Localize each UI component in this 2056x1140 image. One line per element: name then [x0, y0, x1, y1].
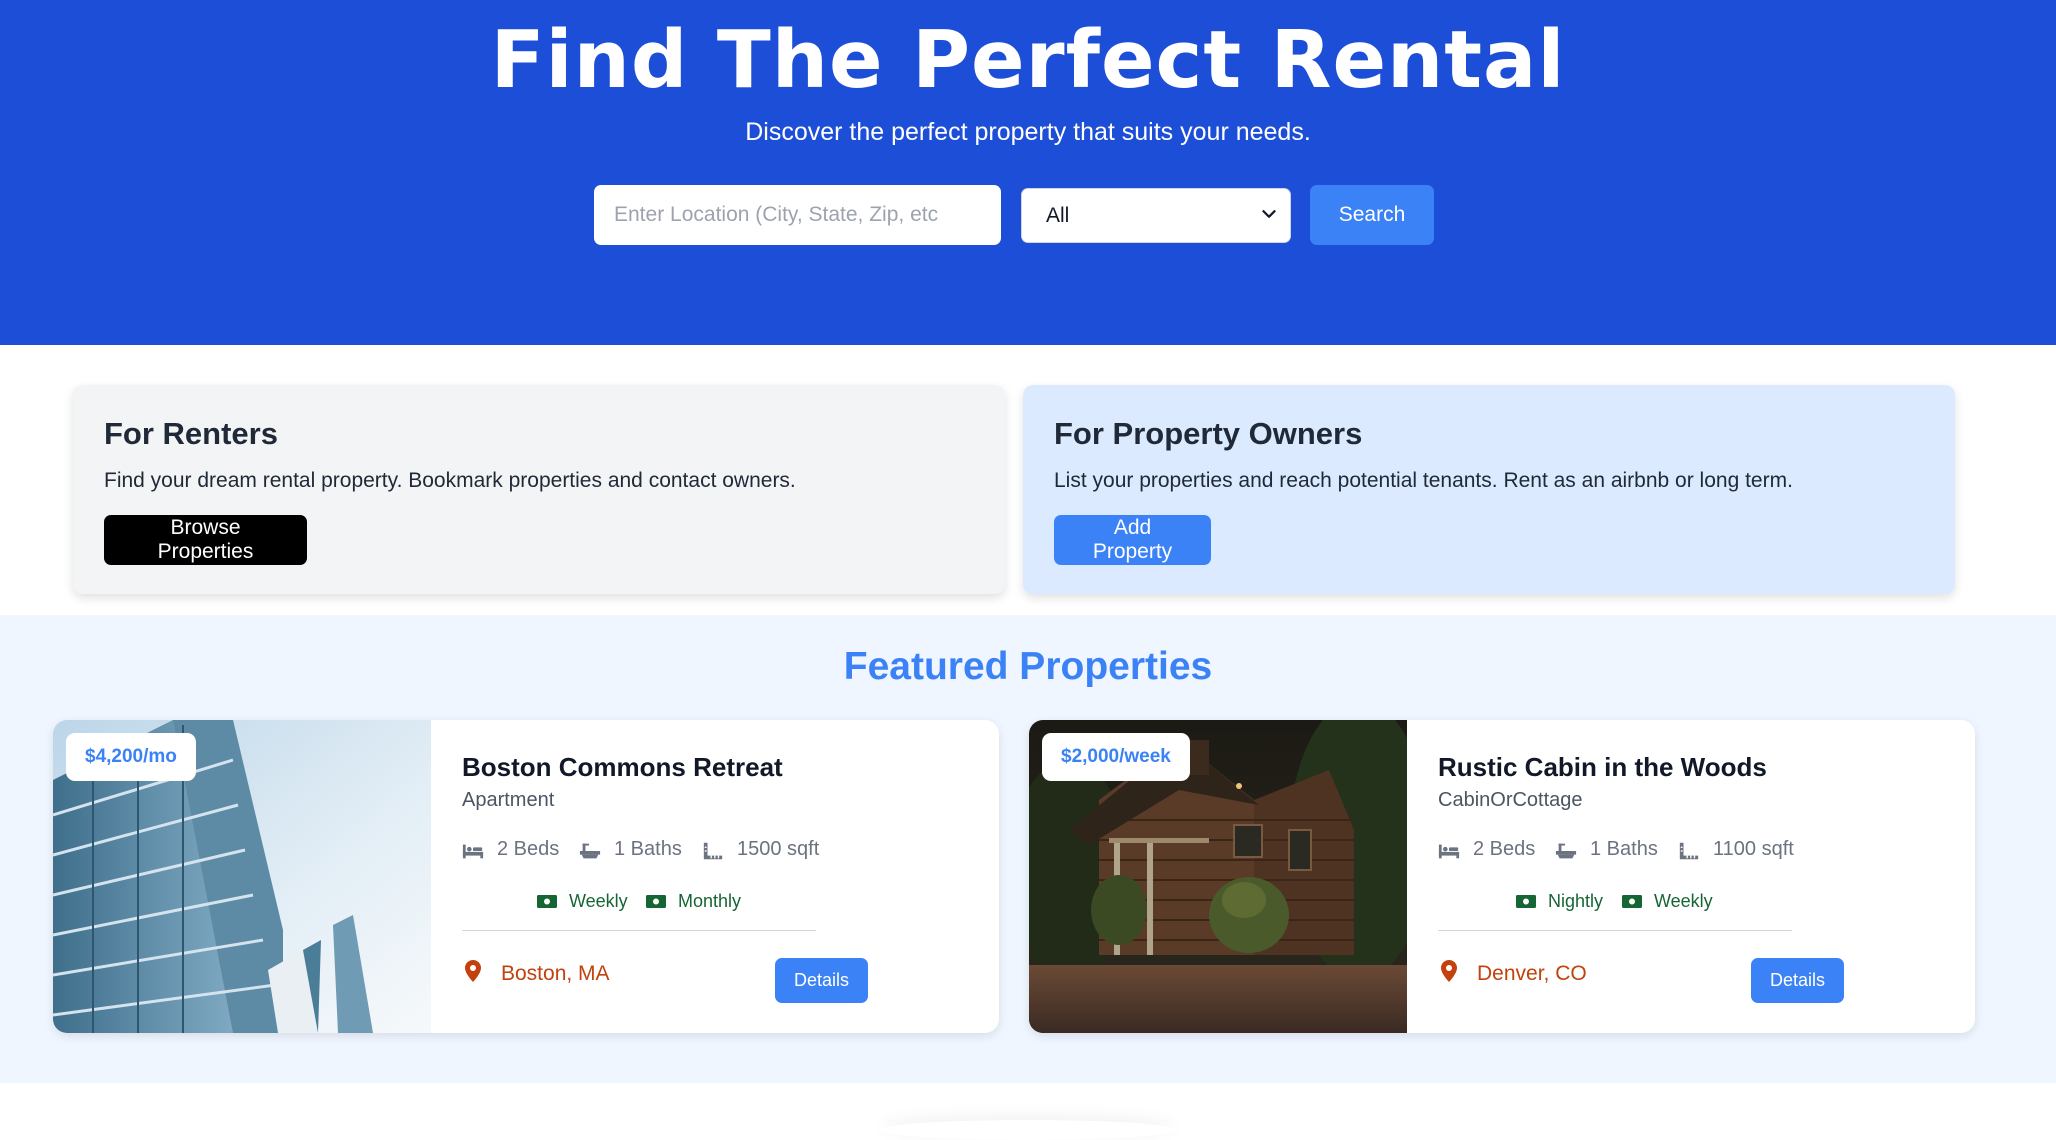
renters-card: For Renters Find your dream rental prope…	[73, 385, 1005, 594]
renters-card-title: For Renters	[104, 416, 278, 451]
bed-icon	[462, 844, 484, 859]
price-badge: $4,200/mo	[66, 733, 196, 781]
bed-icon	[1438, 844, 1460, 859]
browse-properties-button[interactable]: Browse Properties	[104, 515, 307, 565]
beds-count: 2 Beds	[497, 838, 560, 860]
search-button[interactable]: Search	[1310, 185, 1434, 245]
map-marker-icon	[1441, 960, 1457, 982]
hero-section: Find The Perfect Rental Discover the per…	[0, 0, 2056, 345]
owners-card-title: For Property Owners	[1054, 416, 1363, 451]
property-name: Rustic Cabin in the Woods	[1438, 752, 1767, 782]
bath-icon	[579, 843, 601, 859]
ruler-icon	[703, 842, 723, 860]
add-property-button[interactable]: Add Property	[1054, 515, 1211, 565]
featured-properties-section: Featured Properties $4,200/mo Boston Com…	[0, 615, 2056, 1083]
price-badge: $2,000/week	[1042, 733, 1190, 781]
card-divider	[1438, 930, 1792, 931]
money-icon	[1516, 895, 1536, 908]
featured-properties-title: Featured Properties	[843, 645, 1213, 688]
property-card: $4,200/mo Boston Commons Retreat Apartme…	[53, 720, 999, 1033]
property-name: Boston Commons Retreat	[462, 752, 783, 782]
location-text: Boston, MA	[501, 962, 610, 985]
sqft-value: 1100 sqft	[1713, 838, 1794, 860]
owners-card: For Property Owners List your properties…	[1023, 385, 1955, 594]
bottom-section-edge	[880, 1120, 1176, 1140]
renters-card-text: Find your dream rental property. Bookmar…	[104, 469, 796, 492]
money-icon	[646, 895, 666, 908]
rate-label: Weekly	[1654, 891, 1713, 911]
rate-label: Monthly	[678, 891, 742, 911]
property-type: CabinOrCottage	[1438, 789, 1583, 811]
location-search-input[interactable]	[594, 185, 1001, 245]
rate-label: Nightly	[1548, 891, 1604, 911]
money-icon	[537, 895, 557, 908]
hero-title: Find The Perfect Rental	[490, 14, 1566, 106]
beds-count: 2 Beds	[1473, 838, 1536, 860]
baths-count: 1 Baths	[1590, 838, 1658, 860]
owners-card-text: List your properties and reach potential…	[1054, 469, 1793, 492]
property-type: Apartment	[462, 789, 555, 811]
details-button[interactable]: Details	[1751, 958, 1844, 1003]
property-card-body: Rustic Cabin in the Woods CabinOrCottage…	[1438, 720, 1938, 1033]
property-card: $2,000/week Rustic Cabin in the Woods Ca…	[1029, 720, 1975, 1033]
details-button[interactable]: Details	[775, 958, 868, 1003]
property-image[interactable]: $4,200/mo	[53, 720, 431, 1033]
location-text: Denver, CO	[1477, 962, 1587, 985]
ruler-icon	[1679, 842, 1699, 860]
card-divider	[462, 930, 816, 931]
property-image[interactable]: $2,000/week	[1029, 720, 1407, 1033]
money-icon	[1622, 895, 1642, 908]
rate-label: Weekly	[569, 891, 628, 911]
bath-icon	[1555, 843, 1577, 859]
map-marker-icon	[465, 960, 481, 982]
chevron-down-icon	[1262, 210, 1276, 218]
hero-subtitle: Discover the perfect property that suits…	[745, 118, 1311, 146]
property-type-select-value: All	[1046, 204, 1070, 227]
property-type-select[interactable]: All	[1021, 188, 1291, 243]
baths-count: 1 Baths	[614, 838, 682, 860]
sqft-value: 1500 sqft	[737, 838, 820, 860]
property-card-body: Boston Commons Retreat Apartment 2 Beds …	[462, 720, 962, 1033]
